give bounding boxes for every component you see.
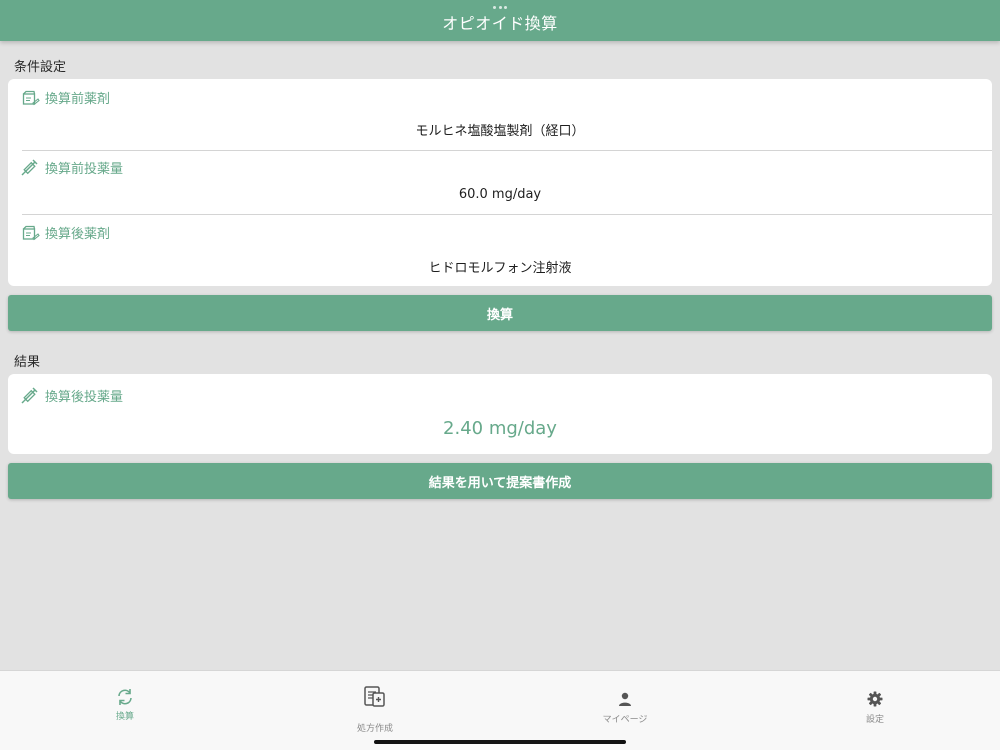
result-section-label: 結果 xyxy=(14,355,41,370)
before-dose-label: 換算前投薬量 xyxy=(45,161,124,177)
syringe-icon xyxy=(21,159,38,176)
drug-box-icon xyxy=(22,90,40,105)
before-dose-value: 60.0 mg/day xyxy=(458,187,542,202)
tab-convert[interactable]: 換算 xyxy=(65,687,185,722)
before-drug-label: 換算前薬剤 xyxy=(45,92,111,107)
after-dose-value: 2.40 mg/day xyxy=(443,418,557,439)
before-dose-row[interactable]: 換算前投薬量 60.0 mg/day xyxy=(8,151,992,214)
person-icon xyxy=(619,692,631,706)
result-card: 換算後投薬量 2.40 mg/day xyxy=(8,374,992,454)
tab-mypage-label: マイページ xyxy=(602,715,648,725)
tab-prescription-label: 処方作成 xyxy=(356,724,393,734)
tab-prescription[interactable]: 処方作成 xyxy=(315,685,435,734)
syringe-icon xyxy=(21,387,38,404)
conditions-section-label: 条件設定 xyxy=(14,60,67,75)
after-dose-label: 換算後投薬量 xyxy=(45,389,124,405)
before-drug-value: モルヒネ塩酸塩製剤（経口） xyxy=(415,124,585,139)
convert-button[interactable]: 換算 xyxy=(8,295,992,331)
page-title: オピオイド換算 xyxy=(442,14,558,33)
top-bar: オピオイド換算 xyxy=(0,0,1000,41)
tab-settings-label: 設定 xyxy=(865,715,884,725)
prescription-icon xyxy=(364,686,385,707)
refresh-icon xyxy=(118,689,132,705)
after-drug-value: ヒドロモルフォン注射液 xyxy=(428,261,572,276)
after-drug-row[interactable]: 換算後薬剤 ヒドロモルフォン注射液 xyxy=(8,215,992,286)
after-dose-row: 換算後投薬量 2.40 mg/day xyxy=(8,374,992,454)
tab-bar: 換算 処方作成 マイページ 設定 xyxy=(0,670,1000,750)
tab-convert-label: 換算 xyxy=(115,712,134,722)
tab-mypage[interactable]: マイページ xyxy=(565,687,685,725)
before-drug-row[interactable]: 換算前薬剤 モルヒネ塩酸塩製剤（経口） xyxy=(8,79,992,150)
drug-box-icon xyxy=(22,225,40,240)
tab-settings[interactable]: 設定 xyxy=(815,687,935,725)
after-drug-label: 換算後薬剤 xyxy=(45,227,111,242)
conditions-card: 換算前薬剤 モルヒネ塩酸塩製剤（経口） 換算前投薬量 60.0 mg/day 換… xyxy=(8,79,992,286)
create-proposal-button[interactable]: 結果を用いて提案書作成 xyxy=(8,463,992,499)
gear-icon xyxy=(867,691,883,707)
home-indicator[interactable] xyxy=(374,740,626,744)
